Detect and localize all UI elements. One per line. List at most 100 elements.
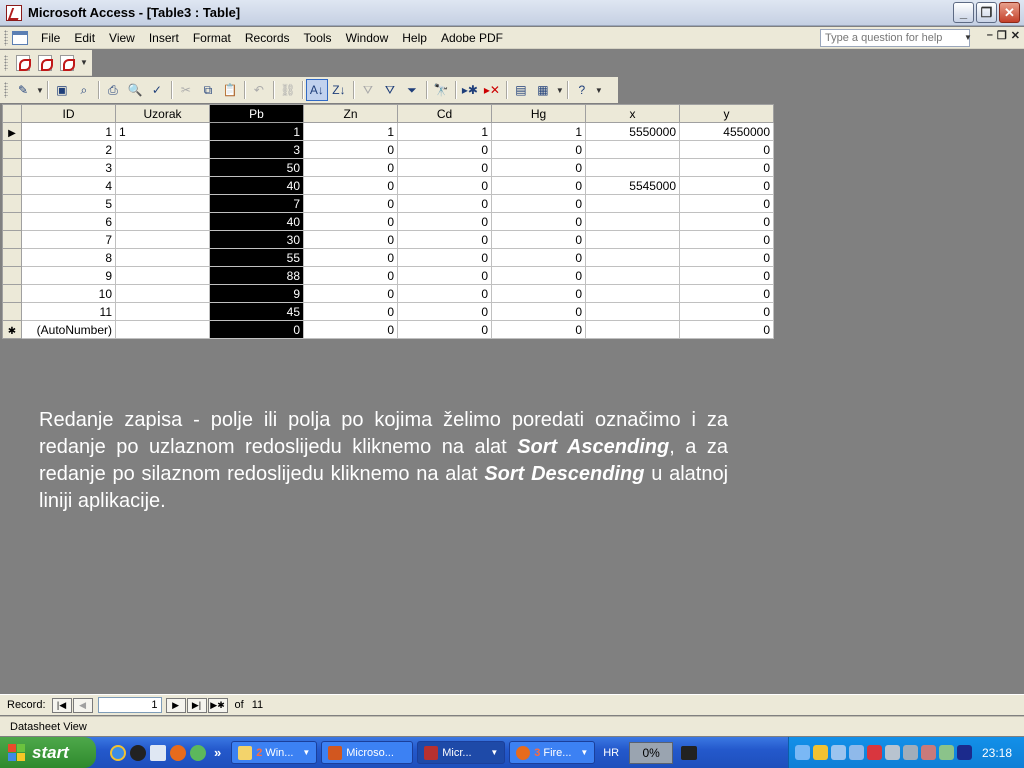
taskbar-group-access[interactable]: Micr... ▼ — [417, 741, 506, 764]
record-selector[interactable] — [2, 158, 22, 177]
cell-cd[interactable]: 0 — [397, 302, 492, 321]
cell-x[interactable] — [585, 140, 680, 159]
cell-x[interactable] — [585, 284, 680, 303]
cell-hg[interactable]: 0 — [491, 320, 586, 339]
show-desktop-icon[interactable] — [150, 744, 166, 761]
power-plug-icon[interactable] — [681, 745, 698, 760]
cell-cd[interactable]: 0 — [397, 230, 492, 249]
cell-x[interactable] — [585, 302, 680, 321]
cell-x[interactable] — [585, 248, 680, 267]
cell-id[interactable]: 1 — [21, 122, 116, 141]
close-button[interactable]: ✕ — [999, 2, 1020, 23]
column-header-hg[interactable]: Hg — [491, 104, 586, 123]
cell-uzorak[interactable] — [115, 266, 210, 285]
cell-id[interactable]: 8 — [21, 248, 116, 267]
cell-pb[interactable]: 1 — [209, 122, 304, 141]
cell-id[interactable]: (AutoNumber) — [21, 320, 116, 339]
print-preview-button[interactable]: 🔍 — [124, 79, 146, 101]
cell-y[interactable]: 0 — [679, 248, 774, 267]
cell-cd[interactable]: 0 — [397, 320, 492, 339]
record-selector[interactable] — [2, 194, 22, 213]
cell-cd[interactable]: 0 — [397, 194, 492, 213]
cell-y[interactable]: 0 — [679, 212, 774, 231]
cell-uzorak[interactable] — [115, 158, 210, 177]
tray-app-icon[interactable] — [921, 745, 936, 760]
first-record-button[interactable]: |◀ — [51, 697, 72, 713]
cell-zn[interactable]: 0 — [303, 284, 398, 303]
cell-zn[interactable]: 1 — [303, 122, 398, 141]
menu-edit[interactable]: Edit — [67, 28, 102, 48]
cell-cd[interactable]: 0 — [397, 248, 492, 267]
delete-record-button[interactable]: ▸✕ — [481, 79, 503, 101]
cell-pb[interactable]: 88 — [209, 266, 304, 285]
cell-pb[interactable]: 40 — [209, 212, 304, 231]
spelling-button[interactable]: ✓ — [146, 79, 168, 101]
cell-hg[interactable]: 0 — [491, 194, 586, 213]
cell-cd[interactable]: 0 — [397, 176, 492, 195]
internet-explorer-icon[interactable] — [110, 744, 126, 761]
undo-button[interactable]: ↶ — [248, 79, 270, 101]
cell-pb[interactable]: 7 — [209, 194, 304, 213]
paste-button[interactable]: 📋 — [219, 79, 241, 101]
access-app-icon[interactable] — [6, 4, 22, 21]
cell-cd[interactable]: 0 — [397, 158, 492, 177]
record-selector[interactable] — [2, 230, 22, 249]
help-button[interactable]: ? — [571, 79, 593, 101]
record-selector[interactable] — [2, 140, 22, 159]
cell-pb[interactable]: 9 — [209, 284, 304, 303]
taskbar-powerpoint[interactable]: Microso... — [321, 741, 414, 764]
cell-cd[interactable]: 1 — [397, 122, 492, 141]
cell-id[interactable]: 7 — [21, 230, 116, 249]
cell-y[interactable]: 0 — [679, 284, 774, 303]
start-button[interactable]: start — [0, 737, 96, 768]
sort-ascending-button[interactable]: A↓ — [305, 79, 328, 101]
table-document-icon[interactable] — [12, 30, 28, 45]
cell-uzorak[interactable] — [115, 230, 210, 249]
toolbar-grip-handle[interactable] — [4, 54, 8, 71]
cell-zn[interactable]: 0 — [303, 248, 398, 267]
cell-pb[interactable]: 45 — [209, 302, 304, 321]
cell-uzorak[interactable] — [115, 302, 210, 321]
cell-cd[interactable]: 0 — [397, 284, 492, 303]
file-search-button[interactable]: ⌕ — [73, 79, 95, 101]
cell-y[interactable]: 0 — [679, 158, 774, 177]
cell-hg[interactable]: 0 — [491, 230, 586, 249]
cell-x[interactable] — [585, 230, 680, 249]
cell-id[interactable]: 3 — [21, 158, 116, 177]
cell-uzorak[interactable] — [115, 140, 210, 159]
record-selector[interactable]: ✱ — [2, 320, 22, 339]
toolbar-grip-handle[interactable] — [4, 82, 8, 98]
cell-pb[interactable]: 50 — [209, 158, 304, 177]
cell-x[interactable] — [585, 320, 680, 339]
cell-pb[interactable]: 0 — [209, 320, 304, 339]
restore-button[interactable]: ❐ — [976, 2, 997, 23]
previous-record-button[interactable]: ◀ — [72, 697, 93, 713]
tray-app-icon[interactable] — [903, 745, 918, 760]
doc-minimize-button[interactable]: – — [987, 29, 993, 42]
tray-app-icon[interactable] — [939, 745, 954, 760]
sort-descending-button[interactable]: Z↓ — [328, 79, 350, 101]
column-header-pb[interactable]: Pb — [209, 104, 304, 123]
menu-format[interactable]: Format — [186, 28, 238, 48]
current-record-input[interactable]: 1 — [97, 697, 162, 713]
cell-id[interactable]: 2 — [21, 140, 116, 159]
menu-help[interactable]: Help — [395, 28, 434, 48]
cell-pb[interactable]: 30 — [209, 230, 304, 249]
firefox-icon[interactable] — [170, 744, 186, 761]
cell-uzorak[interactable]: 1 — [115, 122, 210, 141]
minimize-button[interactable]: _ — [953, 2, 974, 23]
record-selector[interactable]: ▶ — [2, 122, 22, 141]
save-button[interactable]: ▣ — [51, 79, 73, 101]
cell-hg[interactable]: 0 — [491, 158, 586, 177]
record-selector[interactable] — [2, 266, 22, 285]
menu-view[interactable]: View — [102, 28, 142, 48]
new-record-button[interactable]: ▸✱ — [459, 79, 481, 101]
print-button[interactable]: ⎙ — [102, 79, 124, 101]
taskbar-group-firefox[interactable]: 3 Fire... ▼ — [509, 741, 596, 764]
menu-adobe-pdf[interactable]: Adobe PDF — [434, 28, 510, 48]
cell-pb[interactable]: 3 — [209, 140, 304, 159]
cell-zn[interactable]: 0 — [303, 212, 398, 231]
language-indicator[interactable]: HR — [603, 747, 619, 759]
column-header-uzorak[interactable]: Uzorak — [115, 104, 210, 123]
cell-uzorak[interactable] — [115, 248, 210, 267]
